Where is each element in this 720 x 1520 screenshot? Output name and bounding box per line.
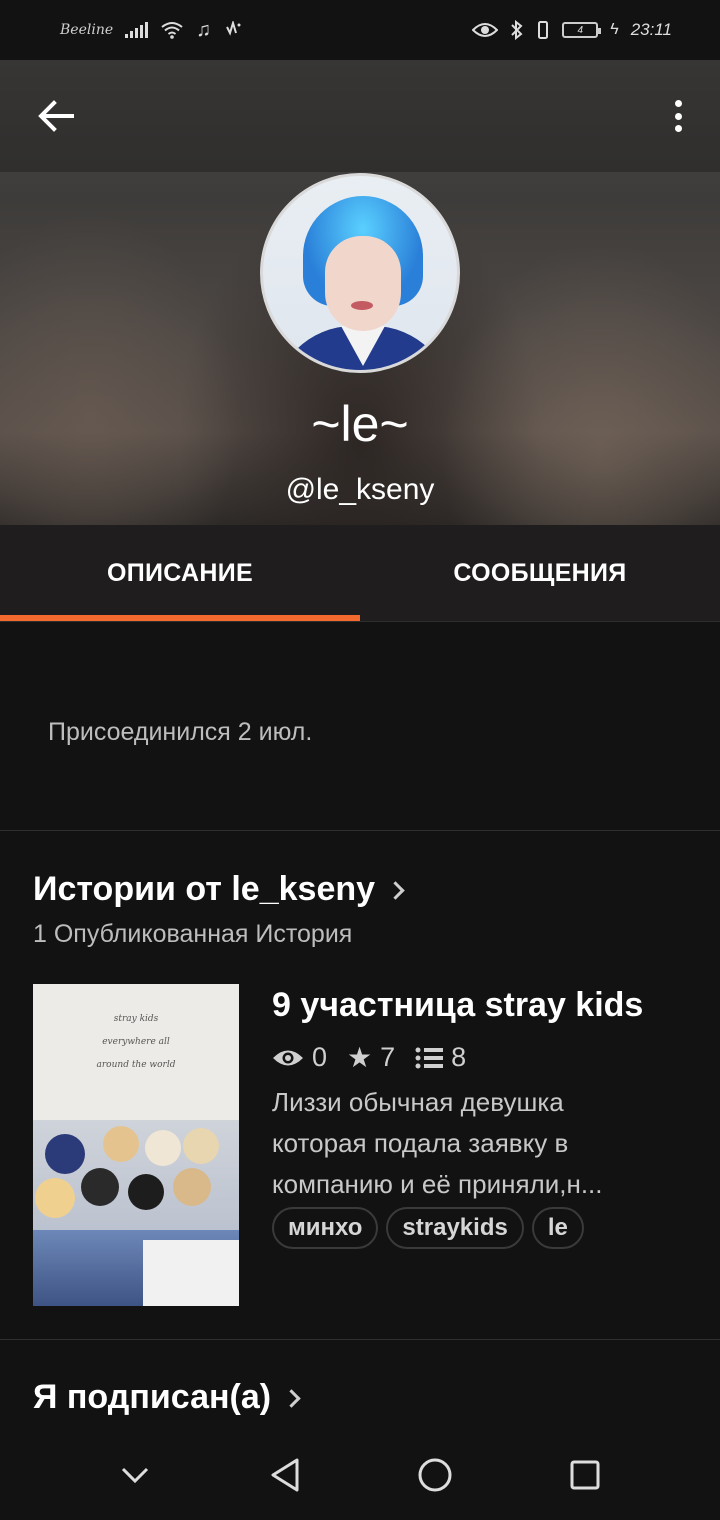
tag-chip[interactable]: минхо	[272, 1207, 379, 1249]
back-button[interactable]	[36, 96, 76, 136]
parts-count: 8	[451, 1042, 467, 1072]
cover-caption-line: stray kids	[113, 1014, 159, 1024]
bluetooth-icon	[511, 20, 523, 40]
story-title[interactable]: 9 участница stray kids	[272, 984, 652, 1027]
profile-header: ~le~ @le_kseny	[0, 60, 720, 525]
story-card[interactable]: stray kids everywhere all around the wor…	[33, 984, 693, 1306]
following-section-header[interactable]: Я подписан(а)	[33, 1378, 301, 1417]
tab-description[interactable]: ОПИСАНИЕ	[0, 525, 360, 621]
wifi-icon	[161, 22, 183, 39]
nav-home-button[interactable]	[405, 1445, 465, 1505]
arrow-left-icon	[38, 100, 74, 132]
chevron-right-icon	[386, 881, 405, 900]
story-info: 9 участница stray kids 0 ★ 7 8 Лиззи обы…	[272, 984, 652, 1249]
profile-display-name: ~le~	[311, 396, 409, 452]
app-bar	[0, 60, 720, 172]
signal-icon	[125, 22, 149, 38]
vibrate-icon	[538, 21, 549, 39]
divider	[0, 1339, 720, 1340]
square-recents-icon	[570, 1460, 600, 1490]
following-section-title: Я подписан(а)	[33, 1378, 272, 1416]
nav-back-button[interactable]	[255, 1445, 315, 1505]
story-stats: 0 ★ 7 8	[272, 1041, 652, 1074]
avatar[interactable]	[260, 173, 460, 373]
charging-icon: ϟ	[610, 21, 619, 38]
music-icon: ♫	[196, 18, 212, 41]
votes-count: 7	[380, 1042, 396, 1072]
stories-section-header[interactable]: Истории от le_kseny	[33, 870, 405, 909]
triangle-back-icon	[271, 1458, 299, 1492]
story-description: Лиззи обычная девушка которая подала зая…	[272, 1087, 603, 1199]
battery-level: 4	[577, 24, 584, 36]
stories-count: 1 Опубликованная История	[33, 920, 353, 948]
views-count: 0	[312, 1042, 328, 1072]
divider	[0, 830, 720, 831]
joined-date: Присоединился 2 июл.	[48, 718, 313, 746]
stories-section-title: Истории от le_kseny	[33, 870, 376, 908]
chevron-right-icon	[282, 1389, 301, 1408]
more-options-button[interactable]	[666, 96, 690, 136]
votes-stat: ★ 7	[347, 1041, 395, 1074]
cover-caption: stray kids everywhere all around the wor…	[33, 1008, 239, 1077]
story-tags: минхо straykids le	[272, 1207, 652, 1249]
profile-username: @le_kseny	[285, 473, 435, 506]
eye-icon	[273, 1050, 303, 1065]
tag-chip[interactable]: le	[531, 1207, 584, 1249]
list-icon	[415, 1047, 444, 1068]
clock: 23:11	[630, 20, 672, 39]
parts-stat: 8	[415, 1042, 466, 1073]
battery-icon: 4	[562, 22, 602, 38]
star-icon: ★	[347, 1042, 373, 1073]
profile-tabs: ОПИСАНИЕ СООБЩЕНИЯ	[0, 525, 720, 622]
tab-messages[interactable]: СООБЩЕНИЯ	[360, 525, 720, 621]
hide-nav-button[interactable]	[105, 1445, 165, 1505]
views-stat: 0	[272, 1042, 327, 1073]
cover-photo	[33, 1120, 239, 1306]
more-vertical-icon	[674, 100, 682, 107]
nav-recents-button[interactable]	[555, 1445, 615, 1505]
tag-chip[interactable]: straykids	[386, 1207, 524, 1249]
eye-comfort-icon	[472, 23, 499, 37]
cover-caption-line: around the world	[96, 1060, 176, 1070]
status-bar: Beeline ♫ 4 ϟ 23:11	[0, 0, 720, 60]
story-cover[interactable]: stray kids everywhere all around the wor…	[33, 984, 239, 1306]
circle-home-icon	[418, 1458, 452, 1492]
notification-icon	[226, 21, 241, 36]
carrier-label: Beeline	[60, 22, 114, 38]
chevron-down-icon	[121, 1467, 149, 1484]
system-nav-bar	[0, 1430, 720, 1520]
cover-caption-line: everywhere all	[102, 1037, 170, 1047]
